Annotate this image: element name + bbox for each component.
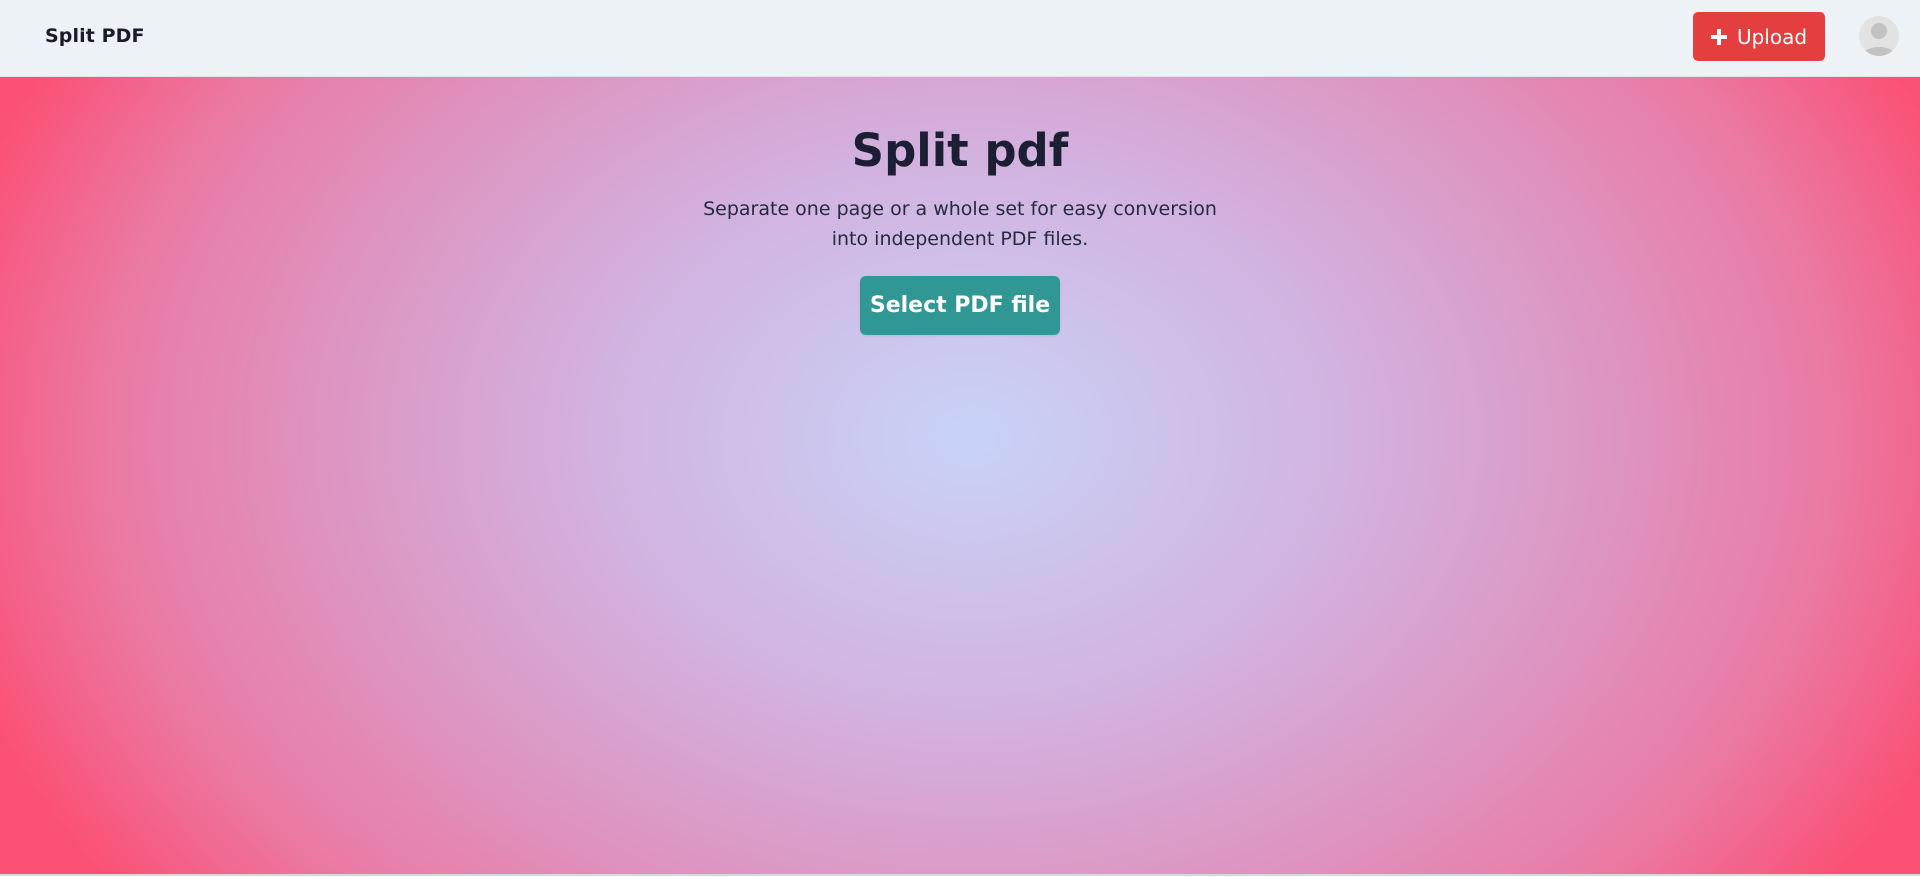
hero-section: Split pdf Separate one page or a whole s…: [0, 77, 1920, 876]
page-subtitle: Separate one page or a whole set for eas…: [703, 198, 1217, 250]
top-navbar: Split PDF Upload: [0, 0, 1920, 77]
page-title: Split pdf: [851, 124, 1069, 177]
upload-button-label: Upload: [1736, 24, 1808, 49]
upload-button[interactable]: Upload: [1693, 12, 1825, 61]
brand-title[interactable]: Split PDF: [45, 25, 145, 47]
plus-icon: [1710, 28, 1727, 45]
select-pdf-button[interactable]: Select PDF file: [860, 276, 1060, 335]
select-pdf-button-label: Select PDF file: [869, 293, 1051, 318]
user-avatar-icon[interactable]: [1859, 16, 1899, 56]
